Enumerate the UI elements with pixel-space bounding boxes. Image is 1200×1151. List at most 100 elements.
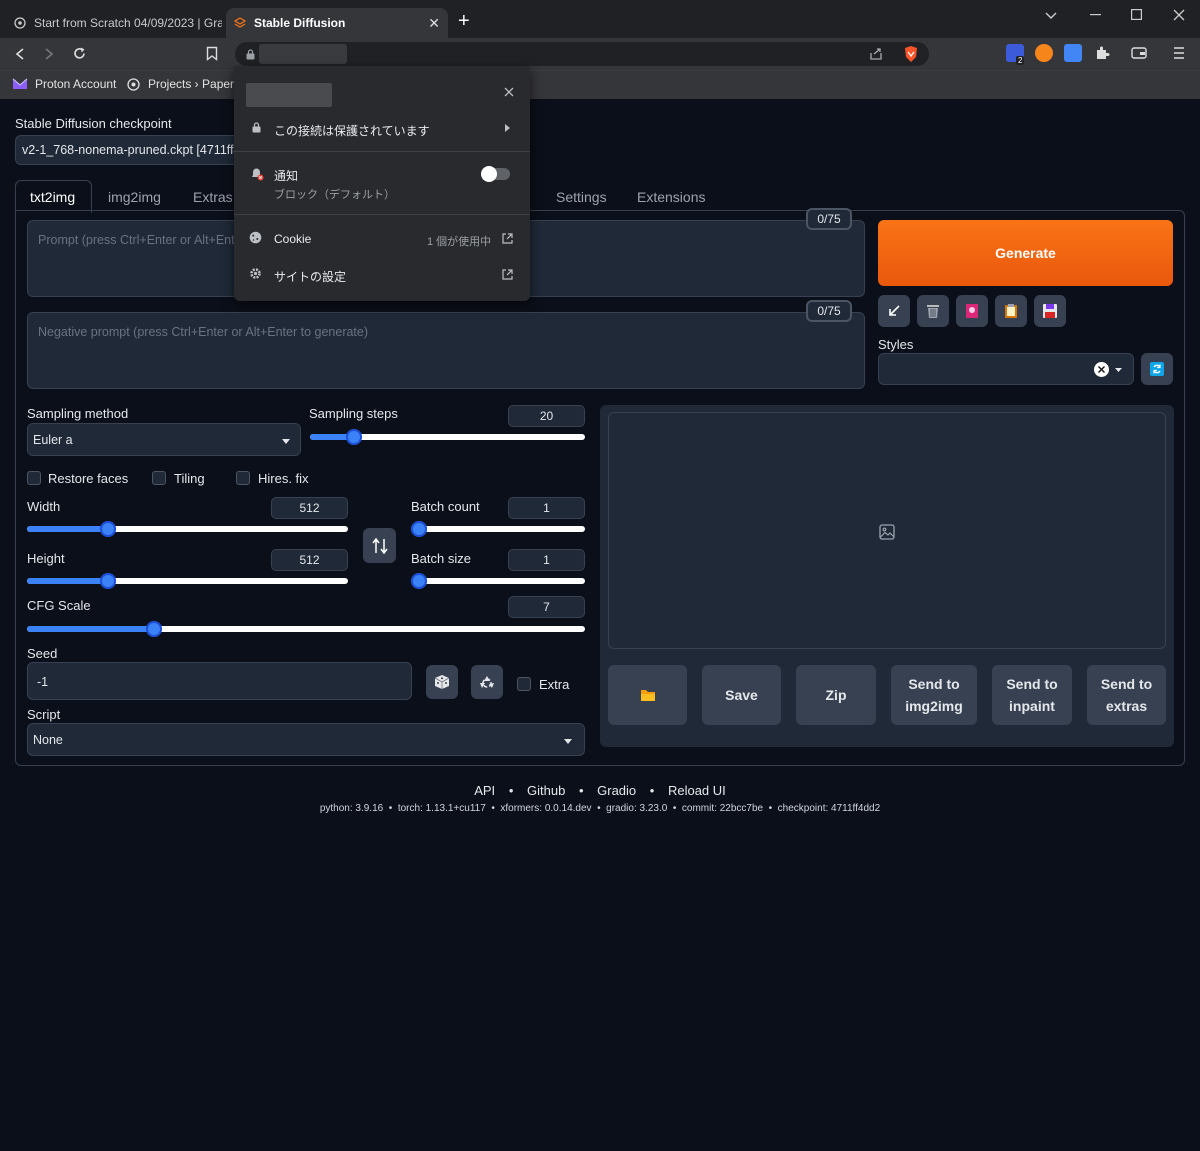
slider-knob[interactable] [100,573,116,589]
sampling-steps-slider[interactable] [310,429,585,445]
connection-secure-row[interactable]: この接続は保護されています [234,116,530,144]
extra-seed-label: Extra [539,677,570,692]
blurred-url [259,44,347,64]
footer-bullet: • [508,783,514,798]
brave-shield-icon[interactable] [903,45,919,63]
clear-styles-button[interactable] [1094,362,1109,377]
lock-icon[interactable] [246,49,255,60]
width-input[interactable]: 512 [271,497,348,519]
tab-close-icon[interactable]: ✕ [428,15,440,32]
tab-search-chevron-icon[interactable] [1045,10,1057,20]
slider-knob[interactable] [146,621,162,637]
address-bar[interactable] [235,42,929,66]
sampling-method-label: Sampling method [27,406,129,421]
footer-bullet: • [649,783,655,798]
script-dropdown[interactable]: None [27,723,585,756]
footer-link-github[interactable]: Github [527,783,565,798]
negative-prompt-textarea[interactable]: Negative prompt (press Ctrl+Enter or Alt… [27,312,865,389]
save-style-button[interactable] [1034,295,1066,327]
extra-networks-button[interactable] [956,295,988,327]
extensions-puzzle-icon[interactable] [1094,45,1110,61]
apply-style-button[interactable] [995,295,1027,327]
tab-extensions[interactable]: Extensions [637,189,705,205]
tab-img2img[interactable]: img2img [108,189,161,205]
minimize-icon[interactable] [1090,14,1101,16]
menu-hamburger-icon[interactable] [1173,46,1185,60]
cfg-scale-slider[interactable] [27,621,585,637]
clear-prompt-button[interactable] [917,295,949,327]
footer-versions: python: 3.9.16 • torch: 1.13.1+cu117 • x… [319,803,881,814]
new-tab-button[interactable]: + [458,10,470,32]
send-to-img2img-button[interactable]: Send to img2img [891,665,977,725]
forward-icon[interactable] [42,47,56,61]
notifications-toggle[interactable] [481,166,510,182]
image-placeholder-icon [879,524,895,540]
refresh-styles-button[interactable] [1141,353,1173,385]
tab-label: txt2img [30,189,76,205]
generate-button[interactable]: Generate [878,220,1173,286]
batch-size-slider[interactable] [411,573,585,589]
batch-count-input[interactable]: 1 [508,497,585,519]
tab-txt2img[interactable]: txt2img [15,180,92,213]
footer-link-api[interactable]: API [474,783,495,798]
back-icon[interactable] [13,47,27,61]
restore-faces-checkbox[interactable] [27,471,41,485]
bookmark-proton[interactable]: Proton Account [12,77,116,91]
batch-size-input[interactable]: 1 [508,549,585,571]
cookie-row[interactable]: Cookie 1 個が使用中 [234,228,530,250]
notifications-row: 通知 ブロック（デフォルト） [234,163,530,205]
connection-text: この接続は保護されています [274,124,430,138]
maximize-icon[interactable] [1131,9,1142,20]
slider-knob[interactable] [100,521,116,537]
footer-bullet: • [578,783,584,798]
footer-link-gradio[interactable]: Gradio [597,783,636,798]
random-seed-button[interactable] [426,665,458,699]
cfg-scale-input[interactable]: 7 [508,596,585,618]
seed-value: -1 [37,675,49,689]
height-slider[interactable] [27,573,348,589]
slider-knob[interactable] [411,521,427,537]
slider-knob[interactable] [411,573,427,589]
browser-tab-stable-diffusion[interactable]: Stable Diffusion ✕ [226,8,448,38]
cookie-count: 1 個が使用中 [427,236,492,248]
popup-close-icon[interactable] [504,87,514,97]
sampling-method-dropdown[interactable]: Euler a [27,423,301,456]
seed-label: Seed [27,646,58,661]
translate-extension-icon[interactable] [1064,44,1082,62]
wallet-icon[interactable] [1131,46,1147,60]
footer-link-reload-ui[interactable]: Reload UI [668,783,726,798]
notifications-title: 通知 [274,169,299,183]
save-button[interactable]: Save [702,665,781,725]
styles-dropdown[interactable] [878,353,1134,385]
swap-dimensions-button[interactable] [363,528,396,563]
send-to-inpaint-button[interactable]: Send to inpaint [992,665,1072,725]
site-settings-row[interactable]: サイトの設定 [234,264,530,286]
bookmark-icon[interactable] [206,46,218,61]
send-to-extras-button[interactable]: Send to extras [1087,665,1166,725]
height-input[interactable]: 512 [271,549,348,571]
tiling-checkbox[interactable] [152,471,166,485]
hires-fix-checkbox[interactable] [236,471,250,485]
external-link-icon [502,233,513,244]
checkpoint-dropdown[interactable]: v2-1_768-nonema-pruned.ckpt [4711ff4 [15,135,245,165]
slider-knob[interactable] [346,429,362,445]
width-slider[interactable] [27,521,348,537]
clipboard-icon [1005,304,1017,318]
reload-icon[interactable] [72,46,87,61]
read-params-button[interactable] [878,295,910,327]
window-close-icon[interactable] [1173,9,1185,21]
height-label: Height [27,551,65,566]
seed-input[interactable]: -1 [27,662,412,700]
reuse-seed-button[interactable] [471,665,503,699]
metamask-extension-icon[interactable] [1035,44,1053,62]
tab-extras[interactable]: Extras [193,189,233,205]
zip-button[interactable]: Zip [796,665,876,725]
share-icon[interactable] [869,47,883,61]
bookmark-projects[interactable]: Projects › Papersp [127,77,234,91]
batch-count-slider[interactable] [411,521,585,537]
sampling-steps-input[interactable]: 20 [508,405,585,427]
extra-seed-checkbox[interactable] [517,677,531,691]
browser-tab-gradient[interactable]: Start from Scratch 04/09/2023 | Gradie [8,8,222,38]
tab-settings[interactable]: Settings [556,189,607,205]
open-folder-button[interactable] [608,665,687,725]
